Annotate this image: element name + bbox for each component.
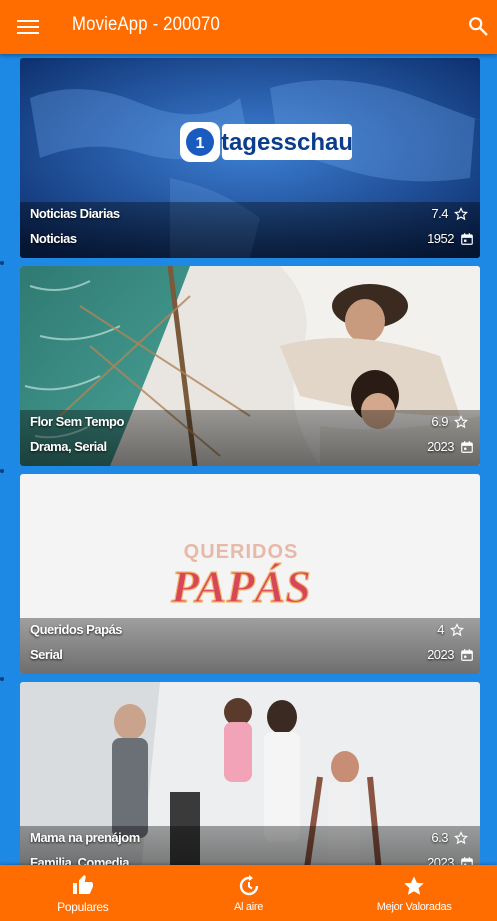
tab-label: Al aire [233, 900, 264, 913]
menu-icon[interactable] [17, 17, 39, 37]
tab-al-aire[interactable]: Al aire [166, 865, 332, 921]
movie-rating: 7.4 [431, 206, 468, 221]
svg-text:tagesschau: tagesschau [221, 129, 353, 156]
movie-rating: 6.3 [431, 830, 468, 845]
search-icon[interactable] [467, 15, 489, 37]
movie-card[interactable]: QUERIDOS PAPÁS Queridos Papás Serial 4 2… [20, 474, 480, 674]
bottom-navigation: Populares Al aire Mejor Valoradas [0, 865, 497, 921]
movie-genre: Serial [30, 647, 63, 662]
movie-title: Mama na prenájom [30, 830, 140, 845]
tab-populares[interactable]: Populares [0, 865, 166, 921]
star-icon [404, 876, 424, 895]
thumb-up-icon [72, 874, 93, 894]
app-bar: MovieApp - 200070 [0, 0, 497, 54]
refresh-icon [239, 874, 258, 895]
list-marker [0, 677, 4, 681]
movie-year: 2023 [427, 647, 474, 662]
movie-year: 1952 [427, 231, 474, 246]
year-value: 2023 [427, 439, 454, 454]
rating-value: 4 [437, 622, 444, 637]
calendar-icon [461, 648, 473, 661]
rating-value: 6.9 [431, 414, 448, 429]
tab-label: Mejor Valoradas [376, 900, 452, 913]
movie-card[interactable]: Mama na prenájom Familia, Comedia 6.3 20… [20, 682, 480, 882]
star-outline-icon [454, 830, 468, 844]
calendar-icon [461, 440, 473, 453]
movie-title: Queridos Papás [30, 622, 122, 637]
movie-card[interactable]: Flor Sem Tempo Drama, Serial 6.9 2023 [20, 266, 480, 466]
year-value: 2023 [427, 647, 454, 662]
list-marker [0, 261, 4, 265]
star-outline-icon [450, 622, 464, 636]
movie-year: 2023 [427, 439, 474, 454]
list-marker [0, 469, 4, 473]
movie-card[interactable]: 1 tagesschau Noticias Diarias Noticias 7… [20, 58, 480, 258]
star-outline-icon [454, 414, 468, 428]
tab-mejor-valoradas[interactable]: Mejor Valoradas [331, 865, 497, 921]
tab-label: Populares [57, 899, 109, 914]
rating-value: 6.3 [431, 830, 448, 845]
svg-text:1: 1 [196, 135, 205, 152]
star-outline-icon [454, 206, 468, 220]
movie-title: Noticias Diarias [30, 206, 120, 221]
year-value: 1952 [427, 231, 454, 246]
movie-genre: Drama, Serial [30, 439, 107, 454]
movie-genre: Noticias [30, 231, 77, 246]
svg-text:QUERIDOS: QUERIDOS [184, 541, 299, 563]
svg-text:PAPÁS: PAPÁS [170, 561, 311, 612]
movie-title: Flor Sem Tempo [30, 414, 124, 429]
rating-value: 7.4 [431, 206, 448, 221]
app-title: MovieApp - 200070 [72, 14, 221, 35]
calendar-icon [461, 232, 473, 245]
movie-rating: 6.9 [431, 414, 468, 429]
movie-rating: 4 [437, 622, 464, 637]
